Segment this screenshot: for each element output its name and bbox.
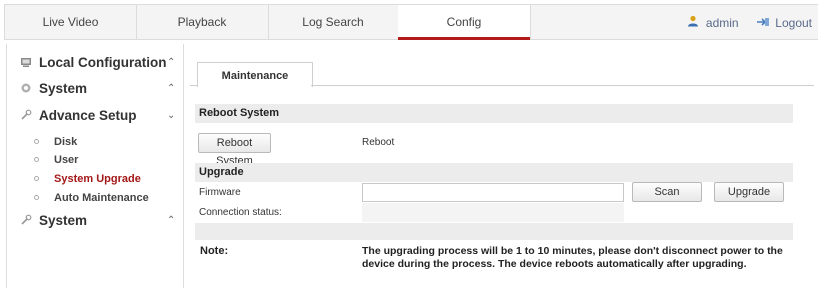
- sidebar-item-disk[interactable]: Disk: [7, 133, 183, 151]
- user-icon: [687, 15, 702, 30]
- sidebar-group-label: Local Configuration: [39, 55, 167, 70]
- top-navigation: Live Video Playback Log Search Config ad…: [4, 4, 818, 40]
- main-content: Maintenance Reboot System Reboot System …: [190, 44, 818, 288]
- sidebar-group-local-configuration[interactable]: Local Configuration ⌃: [7, 52, 183, 74]
- firmware-field[interactable]: [362, 183, 624, 202]
- reboot-description: Reboot: [362, 137, 395, 148]
- chevron-up-icon: ⌃: [167, 215, 176, 226]
- sidebar-group-label: System: [39, 81, 88, 96]
- sidebar-group-advance-setup[interactable]: Advance Setup ⌄: [7, 105, 183, 127]
- bullet-icon: [34, 176, 39, 181]
- system-icon: [19, 82, 33, 96]
- sidebar-item-label: System Upgrade: [54, 173, 141, 185]
- tab-config[interactable]: Config: [398, 5, 531, 40]
- firmware-label: Firmware: [199, 187, 241, 198]
- section-upgrade: Upgrade: [195, 163, 793, 182]
- tab-divider: [190, 85, 197, 86]
- scan-button[interactable]: Scan: [632, 182, 702, 202]
- sidebar-group-label: Advance Setup: [39, 108, 137, 123]
- sidebar-item-user[interactable]: User: [7, 151, 183, 169]
- tab-maintenance[interactable]: Maintenance: [197, 62, 313, 87]
- sidebar-item-auto-maintenance[interactable]: Auto Maintenance: [7, 189, 183, 207]
- tab-divider: [311, 85, 814, 86]
- reboot-system-button[interactable]: Reboot System: [198, 133, 271, 167]
- bullet-icon: [34, 139, 39, 144]
- chevron-up-icon: ⌃: [167, 83, 176, 94]
- sidebar-group-system-2[interactable]: System ⌃: [7, 210, 183, 232]
- logout-link[interactable]: Logout: [775, 16, 812, 30]
- sidebar-item-label: Auto Maintenance: [54, 192, 149, 204]
- note-label: Note:: [200, 245, 229, 257]
- tab-log-search[interactable]: Log Search: [268, 5, 399, 39]
- sidebar-item-label: User: [54, 154, 79, 166]
- connection-status-value: [362, 203, 624, 222]
- sidebar-item-system-upgrade[interactable]: System Upgrade: [7, 170, 183, 188]
- tab-live-video[interactable]: Live Video: [5, 5, 137, 39]
- wrench-icon: [19, 109, 33, 123]
- note-text: The upgrading process will be 1 to 10 mi…: [362, 245, 783, 270]
- section-reboot-system: Reboot System: [195, 104, 793, 123]
- bullet-icon: [34, 195, 39, 200]
- username[interactable]: admin: [706, 16, 739, 30]
- sidebar-group-system[interactable]: System ⌃: [7, 78, 183, 100]
- bullet-icon: [34, 157, 39, 162]
- connection-status-label: Connection status:: [199, 207, 282, 218]
- logout-icon: [756, 16, 773, 30]
- upgrade-button[interactable]: Upgrade: [714, 182, 784, 202]
- sidebar: Local Configuration ⌃ System ⌃ Advance S…: [6, 44, 184, 288]
- tab-playback[interactable]: Playback: [136, 5, 269, 39]
- sidebar-group-label: System: [39, 213, 88, 228]
- wrench-icon: [19, 214, 33, 228]
- progress-area: [195, 223, 793, 240]
- local-config-icon: [19, 56, 33, 70]
- user-area: admin Logout: [687, 5, 812, 39]
- chevron-up-icon: ⌃: [167, 57, 176, 68]
- chevron-down-icon: ⌄: [167, 110, 176, 121]
- sidebar-item-label: Disk: [54, 136, 78, 148]
